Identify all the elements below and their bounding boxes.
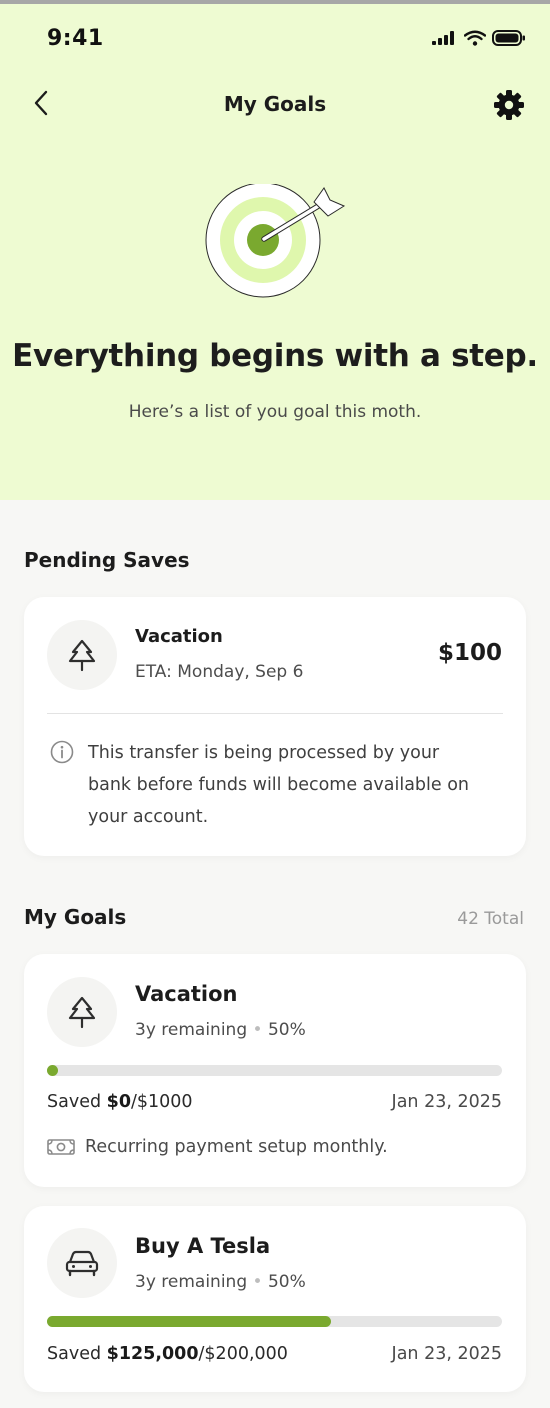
goal-title: Vacation [135,982,238,1006]
goals-total-count: 42 Total [457,909,524,929]
wifi-icon [464,30,486,46]
target-dart-illustration [205,184,346,298]
meta-separator: • [252,1272,263,1292]
goal-remaining: 3y remaining [135,1020,248,1040]
goal-title: Buy A Tesla [135,1234,271,1258]
goal-date: Jan 23, 2025 [391,1344,502,1364]
goal-saved-line: Saved $0/$1000 [47,1092,193,1112]
saved-prefix: Saved [47,1092,107,1112]
my-goals-title: My Goals [24,905,127,929]
goal-recurring-note: Recurring payment setup monthly. [47,1137,388,1157]
pending-item-amount: $100 [437,640,502,666]
goal-saved-line: Saved $125,000/$200,000 [47,1344,288,1364]
goal-date: Jan 23, 2025 [391,1092,502,1112]
goal-icon-circle [47,977,117,1047]
pending-item-title: Vacation [135,626,223,647]
card-divider [47,713,503,714]
saved-target: /$1000 [131,1092,193,1112]
battery-icon [492,30,525,46]
pending-info-line-3: your account. [88,807,209,827]
saved-prefix: Saved [47,1344,107,1364]
signal-icon [432,31,454,45]
goal-card-tesla[interactable]: Buy A Tesla 3y remaining • 50% Saved $12… [24,1206,526,1392]
pending-info-text: This transfer is being processed by your… [88,737,508,833]
hero-section: 9:41 My Goals Everything begins with a s… [0,4,550,500]
pending-info-line-2: bank before funds will become available … [88,775,470,795]
car-icon [65,1250,99,1277]
pending-info-line-1: This transfer is being processed by your [88,743,440,763]
pending-item-icon-circle [47,620,117,690]
hero-heading: Everything begins with a step. [12,338,538,374]
saved-target: /$200,000 [198,1344,288,1364]
meta-separator: • [252,1020,263,1040]
goal-percent: 50% [267,1272,306,1292]
saved-amount: $125,000 [106,1344,199,1364]
status-time: 9:41 [47,26,104,51]
goal-percent: 50% [267,1020,306,1040]
goal-meta: 3y remaining • 50% [135,1272,306,1292]
pending-save-card[interactable]: Vacation ETA: Monday, Sep 6 $100 This tr… [24,597,526,856]
tree-icon [68,639,96,672]
hero-subtitle: Here’s a list of you goal this moth. [128,402,422,422]
gear-icon [494,90,524,120]
saved-amount: $0 [106,1092,131,1112]
goal-card-vacation[interactable]: Vacation 3y remaining • 50% Saved $0/$10… [24,954,526,1187]
goal-progress-bar [47,1316,502,1327]
pending-saves-title: Pending Saves [24,548,190,572]
goal-progress-fill [47,1316,332,1327]
pending-item-eta: ETA: Monday, Sep 6 [135,662,304,682]
goal-progress-bar [47,1065,502,1076]
goal-progress-fill [47,1065,58,1076]
status-icons [432,30,526,46]
recurring-text: Recurring payment setup monthly. [85,1137,388,1157]
tree-icon [68,996,96,1029]
settings-button[interactable] [492,88,526,122]
page-title: My Goals [223,92,327,116]
money-bill-icon [47,1139,75,1155]
goal-remaining: 3y remaining [135,1272,248,1292]
goal-meta: 3y remaining • 50% [135,1020,306,1040]
info-icon [50,740,74,764]
goal-icon-circle [47,1228,117,1298]
